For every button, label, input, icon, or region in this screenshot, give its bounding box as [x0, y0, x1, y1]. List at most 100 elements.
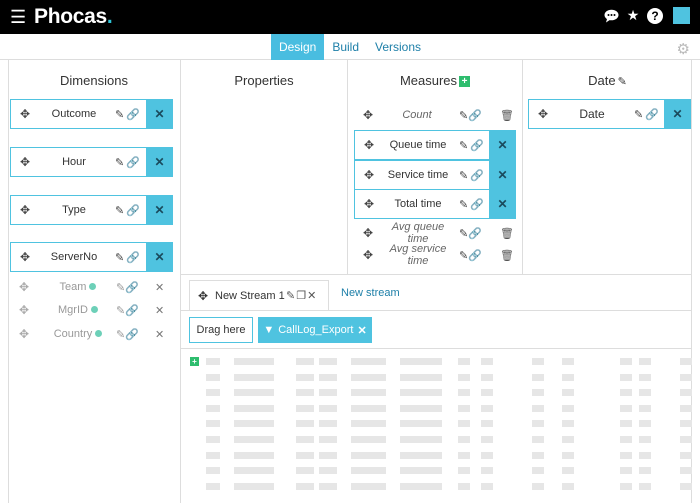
move-icon[interactable]: ✥ [363, 248, 373, 262]
drag-here-dropzone[interactable]: Drag here [189, 317, 253, 343]
remove-button[interactable]: ✕ [146, 147, 173, 177]
remove-button[interactable]: ✕ [489, 189, 516, 219]
remove-button[interactable]: ✕ [146, 195, 173, 225]
edit-copy-close-icons[interactable]: ✎❐✕ [286, 289, 317, 302]
filter-chip[interactable]: ▼ CallLog_Export ✕ [258, 317, 372, 343]
measure-item-queue-time[interactable]: ✥ Queue time ✎🔗 ✕ [354, 130, 516, 160]
placeholder-cell [532, 373, 544, 381]
edit-link-icon[interactable]: ✎🔗 [459, 109, 482, 122]
date-title: Date ✎ [523, 73, 692, 88]
gear-icon[interactable]: ⚙ [677, 40, 690, 58]
placeholder-cell [296, 389, 314, 397]
date-item-date[interactable]: ✥ Date ✎🔗 ✕ [528, 99, 691, 129]
edit-link-icon[interactable]: ✎🔗 [115, 251, 142, 264]
placeholder-cell [400, 467, 442, 475]
placeholder-cell [458, 404, 470, 412]
move-icon[interactable]: ✥ [20, 250, 30, 264]
move-icon[interactable]: ✥ [20, 107, 30, 121]
edit-link-icon[interactable]: ✎🔗 [634, 108, 661, 121]
measure-item-avg-queue-time[interactable]: ✥ Avg queue time ✎🔗 🗑 [354, 221, 517, 245]
add-row-icon[interactable]: + [190, 357, 199, 366]
edit-link-icon[interactable]: ✎🔗 [115, 156, 142, 169]
placeholder-cell [680, 451, 692, 459]
edit-link-icon[interactable]: ✎🔗 [459, 227, 482, 240]
tab-versions[interactable]: Versions [367, 34, 429, 60]
edit-link-icon[interactable]: ✎🔗 [116, 328, 139, 341]
move-icon[interactable]: ✥ [19, 327, 29, 341]
dimension-item-serverno[interactable]: ✥ ServerNo ✎🔗 ✕ [10, 242, 173, 272]
dimension-item-outcome[interactable]: ✥ Outcome ✎🔗 ✕ [10, 99, 173, 129]
remove-button[interactable]: ✕ [146, 99, 173, 129]
placeholder-cell [532, 420, 544, 428]
move-icon[interactable]: ✥ [364, 168, 374, 182]
remove-button[interactable]: ✕ [489, 160, 516, 190]
edit-link-icon[interactable]: ✎🔗 [115, 204, 142, 217]
move-icon[interactable]: ✥ [198, 289, 208, 303]
edit-icon[interactable]: ✎ [618, 75, 627, 88]
measures-title-label: Measures [399, 73, 458, 88]
placeholder-cell [400, 482, 442, 490]
move-icon[interactable]: ✥ [19, 280, 29, 294]
move-icon[interactable]: ✥ [19, 303, 29, 317]
dimension-label: Country [38, 328, 118, 340]
dimension-label: Type [62, 204, 86, 216]
move-icon[interactable]: ✥ [363, 226, 373, 240]
placeholder-cell [639, 436, 651, 443]
placeholder-cell [620, 451, 632, 459]
stream-tab[interactable]: ✥ New Stream 1 ✎❐✕ [189, 280, 329, 310]
placeholder-cell [319, 451, 337, 459]
divider [180, 348, 692, 349]
trash-icon[interactable]: 🗑 [500, 109, 514, 122]
trash-icon[interactable]: 🗑 [500, 249, 514, 262]
star-icon[interactable]: ★ [625, 7, 641, 24]
remove-button[interactable]: ✕ [146, 242, 173, 272]
remove-button[interactable]: ✕ [155, 281, 164, 294]
remove-button[interactable]: ✕ [155, 328, 164, 341]
color-swatch-icon[interactable] [673, 7, 690, 24]
remove-button[interactable]: ✕ [155, 304, 164, 317]
edit-link-icon[interactable]: ✎🔗 [459, 249, 482, 262]
edit-link-icon[interactable]: ✎🔗 [459, 198, 486, 211]
tab-design[interactable]: Design [270, 33, 325, 60]
new-stream-link[interactable]: New stream [341, 287, 400, 299]
move-icon[interactable]: ✥ [364, 197, 374, 211]
dimension-item-type[interactable]: ✥ Type ✎🔗 ✕ [10, 195, 173, 225]
divider [347, 60, 348, 274]
edit-link-icon[interactable]: ✎🔗 [116, 281, 139, 294]
dimension-item-team[interactable]: ✥ Team ✎🔗 ✕ [10, 276, 173, 298]
placeholder-cell [234, 482, 274, 490]
move-icon[interactable]: ✥ [538, 107, 548, 121]
dimension-item-mgrid[interactable]: ✥ MgrID ✎🔗 ✕ [10, 299, 173, 321]
close-icon[interactable]: ✕ [357, 324, 366, 337]
placeholder-cell [481, 467, 493, 475]
divider [180, 274, 692, 275]
app-logo[interactable]: Phocas. [34, 5, 113, 29]
tab-build[interactable]: Build [324, 34, 367, 60]
dimension-item-hour[interactable]: ✥ Hour ✎🔗 ✕ [10, 147, 173, 177]
placeholder-cell [351, 436, 386, 443]
tab-bar: Design Build Versions [0, 33, 700, 60]
edit-link-icon[interactable]: ✎🔗 [115, 108, 142, 121]
add-measure-icon[interactable]: + [459, 76, 471, 88]
help-icon[interactable]: ? [647, 7, 663, 24]
remove-button[interactable]: ✕ [664, 99, 691, 129]
placeholder-cell [234, 420, 274, 428]
edit-link-icon[interactable]: ✎🔗 [459, 139, 486, 152]
measure-item-total-time[interactable]: ✥ Total time ✎🔗 ✕ [354, 189, 516, 219]
remove-button[interactable]: ✕ [489, 130, 516, 160]
edit-link-icon[interactable]: ✎🔗 [116, 304, 139, 317]
chat-icon[interactable] [603, 8, 619, 24]
measure-item-count[interactable]: ✥ Count ✎🔗 🗑 [354, 104, 517, 126]
hamburger-icon[interactable]: ☰ [10, 8, 28, 26]
edit-link-icon[interactable]: ✎🔗 [459, 169, 486, 182]
measure-item-service-time[interactable]: ✥ Service time ✎🔗 ✕ [354, 160, 516, 190]
move-icon[interactable]: ✥ [364, 138, 374, 152]
placeholder-cell [319, 467, 337, 475]
placeholder-cell [532, 436, 544, 443]
dimension-item-country[interactable]: ✥ Country ✎🔗 ✕ [10, 323, 173, 345]
trash-icon[interactable]: 🗑 [500, 227, 514, 240]
move-icon[interactable]: ✥ [363, 108, 373, 122]
move-icon[interactable]: ✥ [20, 203, 30, 217]
measure-item-avg-service-time[interactable]: ✥ Avg service time ✎🔗 🗑 [354, 243, 517, 267]
move-icon[interactable]: ✥ [20, 155, 30, 169]
